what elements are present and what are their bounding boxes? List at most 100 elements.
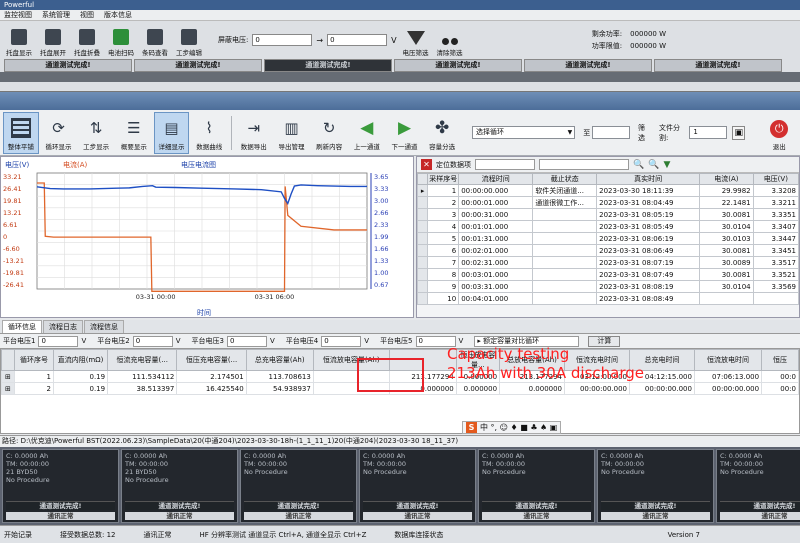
table-cell: 3.3211 (752, 196, 800, 209)
summary-display-button[interactable]: ☰ 概要显示 (116, 112, 152, 154)
next-channel-button[interactable]: ▶ 下一通道 (387, 112, 423, 154)
table-cell: 0.19 (52, 370, 109, 383)
plateau-2-input[interactable]: 0 (132, 335, 173, 347)
query-field-dropdown[interactable] (475, 159, 535, 170)
detail-display-label: 详细显示 (158, 142, 185, 151)
capacity-sort-button[interactable]: ✤ 容量分选 (424, 112, 460, 154)
clear-filter-button[interactable]: 清除筛选 (435, 23, 465, 57)
tray-collapse-label: 托盘折叠 (74, 49, 100, 57)
table-row[interactable]: 8 00:03:01.000 2023-03-31 08:07:49 30.0081 3… (416, 268, 800, 281)
plateau-1-input[interactable]: 0 (38, 335, 79, 347)
channel-status-cell[interactable]: 通道测试完成! (134, 59, 262, 72)
cycle-select-dropdown[interactable]: 选择循环 (472, 126, 576, 139)
channel-card[interactable]: C: 0.0000 Ah TM: 00:00:00 21 BYD50 No Proce… (2, 449, 119, 523)
status-item: 通讯正常 (143, 530, 172, 539)
channel-info-line: TM: 00:00:00 (244, 460, 288, 468)
query-label: 定位数据项 (436, 160, 471, 169)
step-display-button[interactable]: ⇅ 工步显示 (78, 112, 114, 154)
plateau-3-input[interactable]: 0 (227, 335, 267, 347)
table-cell: 29.9982 (699, 184, 754, 197)
plateau-4-unit: V (364, 337, 370, 345)
channel-info-line: 21 BYD50 (125, 468, 157, 476)
query-value-input[interactable] (539, 159, 629, 170)
channel-card[interactable]: C: 0.0000 Ah TM: 00:00:00 No Procedure 通道测试… (359, 449, 476, 523)
detail-display-button[interactable]: ▤ 详细显示 (153, 111, 190, 154)
tray-expand-button[interactable]: 托盘展开 (38, 23, 68, 57)
menu-version-info[interactable]: 版本信息 (104, 10, 132, 20)
refresh-button[interactable]: ↻ 刷新内容 (311, 112, 347, 154)
table-row[interactable]: 5 00:01:31.000 2023-03-31 08:06:19 30.0103 3… (416, 232, 800, 245)
tile-all-label: 整体平铺 (7, 142, 34, 151)
step-edit-button[interactable]: 工步编辑 (174, 23, 204, 57)
sample-data-grid: ✕ 定位数据项 🔍 🔍 ▼ 采样序号 流程时间 截止状态 真实时间 电流(A) 电压(V)… (416, 156, 800, 318)
tray-collapse-button[interactable]: 托盘折叠 (72, 23, 102, 57)
table-row[interactable]: 10 00:04:01.000 2023-03-31 08:08:49 (416, 292, 800, 305)
channel-status-cell[interactable]: 通道测试完成! (524, 59, 652, 72)
tray-display-button[interactable]: 托盘显示 (4, 23, 34, 57)
menu-monitor-view[interactable]: 监控视图 (4, 10, 32, 20)
channel-status-cell[interactable]: 通道测试完成! (264, 59, 392, 72)
search-icon[interactable]: 🔍 (633, 160, 644, 170)
table-row[interactable]: 3 00:00:31.000 2023-03-31 08:05:19 30.0081 3… (416, 208, 800, 221)
channel-card[interactable]: C: 0.0000 Ah TM: 00:00:00 No Procedure 通道测试… (597, 449, 714, 523)
channel-info-line: No Procedure (482, 468, 526, 476)
table-cell: 00:00:01.000 (458, 196, 534, 209)
plateau-4-input[interactable]: 0 (321, 335, 362, 347)
table-cell: ▸ (416, 184, 429, 197)
table-row[interactable]: 4 00:01:01.000 2023-03-31 08:05:49 30.0104 3… (416, 220, 800, 233)
table-row[interactable]: 9 00:03:31.000 2023-03-31 08:08:19 30.0104 3… (416, 280, 800, 293)
data-curve-button[interactable]: ⌇ 数据曲线 (191, 112, 227, 154)
table-row[interactable]: 2 00:00:01.000 通道很微工作... 2023-03-31 08:04:4… (416, 196, 800, 209)
voltage-filter-button[interactable]: 电压筛选 (401, 23, 431, 57)
voltage-from-input[interactable]: 0 (252, 34, 313, 46)
search-down-icon[interactable]: ▼ (663, 160, 670, 170)
tile-all-button[interactable]: 整体平铺 (3, 111, 39, 154)
annotation-text: Capacity testing 213Ah with 30A discharg… (447, 345, 747, 383)
battery-scan-button[interactable]: 电池扫码 (106, 23, 136, 57)
power-info: 剩余功率: 000000 W 功率限值: 000000 W (592, 28, 666, 52)
ime-toolbar[interactable]: S 中 °, ☺ ♦ ■ ♣ ♠ ▣ (462, 421, 562, 434)
table-cell: 2023-03-31 08:04:49 (596, 196, 701, 209)
export-manage-button[interactable]: ▥ 导出管理 (274, 112, 310, 154)
barcode-view-button[interactable]: 条码查看 (140, 23, 170, 57)
table-cell: 7 (427, 256, 460, 269)
voltage-to-input[interactable]: 0 (327, 34, 388, 46)
table-row[interactable]: ▸ 1 00:00:00.000 软件关闭通道... 2023-03-30 18:11:… (416, 184, 800, 197)
prev-channel-button[interactable]: ◀ 上一通道 (349, 112, 385, 154)
column-header: 流程时间 (458, 173, 534, 185)
table-cell: 8 (427, 268, 460, 281)
channel-info-line: TM: 00:00:00 (125, 460, 169, 468)
tab-cycle-info[interactable]: 循环信息 (2, 320, 42, 333)
current-axis-title: 电流(A) (63, 160, 88, 169)
channel-status-cell[interactable]: 通道测试完成! (394, 59, 522, 72)
right-tick-label: 3.00 (374, 197, 388, 205)
channel-card[interactable]: C: 0.0000 Ah TM: 00:00:00 21 BYD50 No Proce… (121, 449, 238, 523)
channel-status-cell[interactable]: 通道测试完成! (654, 59, 782, 72)
menu-view[interactable]: 视图 (80, 10, 94, 20)
cycle-end-dropdown[interactable] (592, 126, 630, 139)
annotation-highlight-box (357, 358, 424, 392)
tab-process-log[interactable]: 流程日志 (43, 320, 83, 333)
channel-card[interactable]: C: 0.0000 Ah TM: 00:00:00 No Procedure 通道测试… (716, 449, 800, 523)
tile-icon (10, 117, 31, 138)
file-split-input[interactable]: 1 (689, 126, 728, 139)
file-split-apply-icon[interactable]: ▣ (732, 125, 746, 140)
close-icon[interactable]: ✕ (421, 159, 432, 170)
channel-card[interactable]: C: 0.0000 Ah TM: 00:00:00 No Procedure 通道测试… (240, 449, 357, 523)
table-cell: 0.19 (52, 382, 109, 395)
tab-process-info[interactable]: 流程信息 (84, 320, 124, 333)
channel-card[interactable]: C: 0.0000 Ah TM: 00:00:00 No Procedure 通道测试… (478, 449, 595, 523)
channel-status-cell[interactable]: 通道测试完成! (4, 59, 132, 72)
table-row[interactable]: 7 00:02:31.000 2023-03-31 08:07:19 30.0089 3… (416, 256, 800, 269)
table-cell (699, 292, 754, 305)
exit-button[interactable]: ⏻ 退出 (761, 112, 797, 154)
menu-system-management[interactable]: 系统管理 (42, 10, 70, 20)
table-cell: 0.000000 (499, 382, 566, 395)
table-row[interactable]: 6 00:02:01.000 2023-03-31 08:06:49 30.0081 3… (416, 244, 800, 257)
table-cell: 00:00:00.000 (564, 382, 630, 395)
search-next-icon[interactable]: 🔍 (648, 160, 659, 170)
data-export-button[interactable]: ⇥ 数据导出 (236, 112, 272, 154)
left-tick-label: 0 (3, 233, 7, 241)
chart-canvas: 电压(V) 电流(A) 电压电流图 时间 33.21 26.41 19.81 13.2… (3, 160, 388, 317)
cycle-display-button[interactable]: ⟳ 循环显示 (41, 112, 77, 154)
